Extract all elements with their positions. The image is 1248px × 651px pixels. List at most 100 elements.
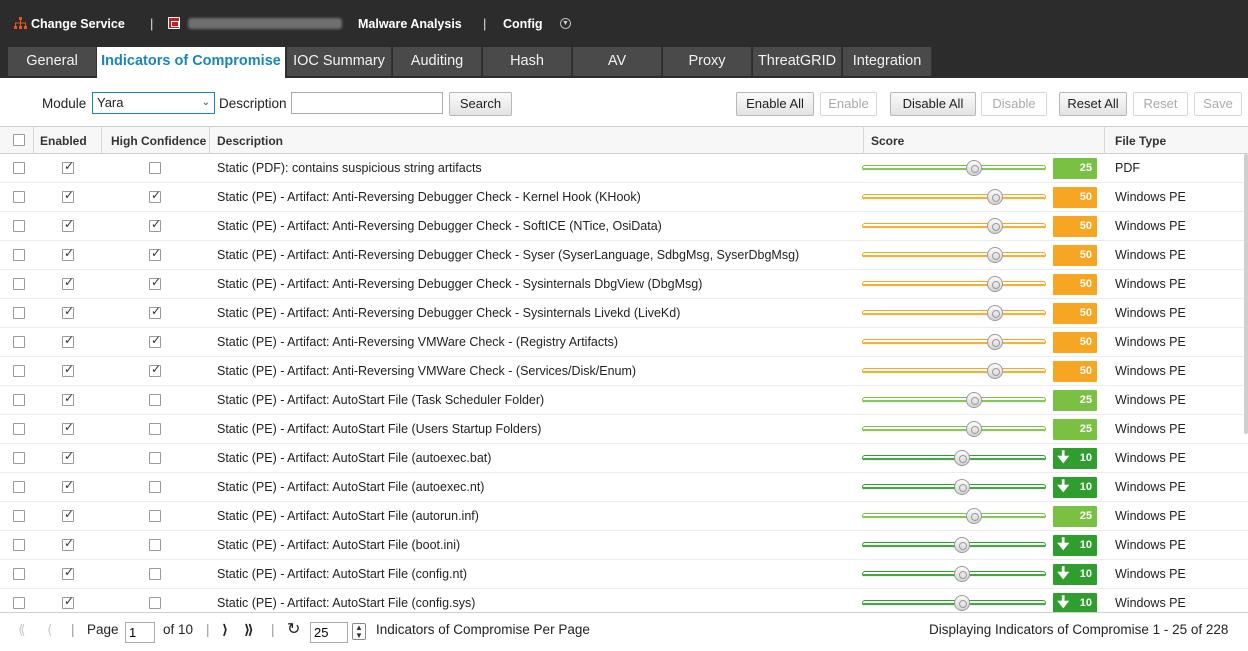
row-select-checkbox[interactable] xyxy=(13,539,25,551)
next-page-icon[interactable]: ⟩ xyxy=(222,622,228,638)
tab-hash[interactable]: Hash xyxy=(483,47,572,76)
tab-av[interactable]: AV xyxy=(573,47,662,76)
save-button[interactable]: Save xyxy=(1194,92,1242,116)
enabled-checkbox[interactable] xyxy=(62,217,74,232)
disable-all-button[interactable]: Disable All xyxy=(890,92,976,116)
reset-all-button[interactable]: Reset All xyxy=(1059,92,1127,116)
score-slider-handle[interactable] xyxy=(987,276,1003,292)
table-row[interactable]: Static (PE) - Artifact: Anti-Reversing D… xyxy=(0,299,1248,328)
table-row[interactable]: Static (PE) - Artifact: AutoStart File (… xyxy=(0,444,1248,473)
score-slider-track[interactable] xyxy=(862,165,1046,172)
score-slider-track[interactable] xyxy=(862,223,1046,230)
table-row[interactable]: Static (PE) - Artifact: Anti-Reversing D… xyxy=(0,241,1248,270)
enabled-checkbox[interactable] xyxy=(62,159,74,174)
enable-button[interactable]: Enable xyxy=(820,92,877,116)
chevron-down-icon[interactable]: ▼ xyxy=(560,18,571,29)
row-select-checkbox[interactable] xyxy=(13,220,25,232)
enabled-checkbox[interactable] xyxy=(62,507,74,522)
previous-page-icon[interactable]: ⟨ xyxy=(47,622,52,638)
tab-proxy[interactable]: Proxy xyxy=(663,47,752,76)
score-slider-handle[interactable] xyxy=(954,479,970,495)
column-header-description[interactable]: Description xyxy=(217,134,283,148)
tab-ioc-summary[interactable]: IOC Summary xyxy=(287,47,392,76)
score-slider-handle[interactable] xyxy=(954,537,970,553)
module-select[interactable]: Yara ⌄ xyxy=(92,92,215,114)
high-confidence-checkbox[interactable] xyxy=(149,452,161,464)
row-select-checkbox[interactable] xyxy=(13,249,25,261)
row-select-checkbox[interactable] xyxy=(13,336,25,348)
table-row[interactable]: Static (PE) - Artifact: AutoStart File (… xyxy=(0,473,1248,502)
row-select-checkbox[interactable] xyxy=(13,394,25,406)
tab-indicators-of-compromise[interactable]: Indicators of Compromise xyxy=(97,47,286,78)
row-select-checkbox[interactable] xyxy=(13,365,25,377)
score-slider-handle[interactable] xyxy=(954,595,970,611)
score-slider-track[interactable] xyxy=(862,397,1046,404)
enabled-checkbox[interactable] xyxy=(62,304,74,319)
enabled-checkbox[interactable] xyxy=(62,565,74,580)
enabled-checkbox[interactable] xyxy=(62,449,74,464)
row-select-checkbox[interactable] xyxy=(13,510,25,522)
per-page-stepper-icon[interactable]: ▲ ▼ xyxy=(352,623,366,640)
grid-scrollbar[interactable] xyxy=(1244,154,1248,434)
high-confidence-checkbox[interactable] xyxy=(149,304,161,319)
table-row[interactable]: Static (PE) - Artifact: Anti-Reversing D… xyxy=(0,270,1248,299)
score-slider-handle[interactable] xyxy=(987,189,1003,205)
high-confidence-checkbox[interactable] xyxy=(149,539,161,551)
row-select-checkbox[interactable] xyxy=(13,597,25,609)
enable-all-button[interactable]: Enable All xyxy=(736,92,814,116)
score-slider-handle[interactable] xyxy=(966,508,982,524)
column-header-score[interactable]: Score xyxy=(871,134,904,148)
row-select-checkbox[interactable] xyxy=(13,162,25,174)
table-row[interactable]: Static (PE) - Artifact: Anti-Reversing V… xyxy=(0,357,1248,386)
score-slider-handle[interactable] xyxy=(954,566,970,582)
enabled-checkbox[interactable] xyxy=(62,478,74,493)
change-service-link[interactable]: Change Service xyxy=(31,17,125,31)
score-slider-handle[interactable] xyxy=(987,305,1003,321)
table-row[interactable]: Static (PE) - Artifact: AutoStart File (… xyxy=(0,502,1248,531)
reset-button[interactable]: Reset xyxy=(1133,92,1188,116)
score-slider-handle[interactable] xyxy=(966,160,982,176)
enabled-checkbox[interactable] xyxy=(62,362,74,377)
score-slider-track[interactable] xyxy=(862,426,1046,433)
column-header-enabled[interactable]: Enabled xyxy=(40,134,87,148)
page-number-input[interactable] xyxy=(125,622,155,643)
high-confidence-checkbox[interactable] xyxy=(149,333,161,348)
enabled-checkbox[interactable] xyxy=(62,536,74,551)
score-slider-handle[interactable] xyxy=(987,218,1003,234)
description-input[interactable] xyxy=(291,92,443,114)
tab-auditing[interactable]: Auditing xyxy=(393,47,482,76)
high-confidence-checkbox[interactable] xyxy=(149,568,161,580)
high-confidence-checkbox[interactable] xyxy=(149,597,161,609)
search-button[interactable]: Search xyxy=(449,92,512,116)
enabled-checkbox[interactable] xyxy=(62,594,74,609)
first-page-icon[interactable]: ⟪ xyxy=(18,622,26,638)
enabled-checkbox[interactable] xyxy=(62,246,74,261)
high-confidence-checkbox[interactable] xyxy=(149,394,161,406)
per-page-input[interactable] xyxy=(310,622,348,643)
row-select-checkbox[interactable] xyxy=(13,307,25,319)
score-slider-handle[interactable] xyxy=(987,247,1003,263)
row-select-checkbox[interactable] xyxy=(13,191,25,203)
score-slider-track[interactable] xyxy=(862,281,1046,288)
enabled-checkbox[interactable] xyxy=(62,188,74,203)
score-slider-handle[interactable] xyxy=(966,421,982,437)
enabled-checkbox[interactable] xyxy=(62,391,74,406)
score-slider-track[interactable] xyxy=(862,252,1046,259)
score-slider-track[interactable] xyxy=(862,368,1046,375)
table-row[interactable]: Static (PE) - Artifact: AutoStart File (… xyxy=(0,415,1248,444)
table-row[interactable]: Static (PE) - Artifact: AutoStart File (… xyxy=(0,386,1248,415)
select-all-checkbox[interactable] xyxy=(13,134,25,146)
high-confidence-checkbox[interactable] xyxy=(149,423,161,435)
score-slider-track[interactable] xyxy=(862,310,1046,317)
high-confidence-checkbox[interactable] xyxy=(149,217,161,232)
tab-integration[interactable]: Integration xyxy=(843,47,932,76)
table-row[interactable]: Static (PE) - Artifact: Anti-Reversing V… xyxy=(0,328,1248,357)
high-confidence-checkbox[interactable] xyxy=(149,162,161,174)
high-confidence-checkbox[interactable] xyxy=(149,362,161,377)
table-row[interactable]: Static (PE) - Artifact: AutoStart File (… xyxy=(0,560,1248,589)
config-menu[interactable]: Config xyxy=(503,17,543,31)
column-header-file-type[interactable]: File Type xyxy=(1115,134,1166,148)
table-row[interactable]: Static (PE) - Artifact: AutoStart File (… xyxy=(0,531,1248,560)
row-select-checkbox[interactable] xyxy=(13,452,25,464)
enabled-checkbox[interactable] xyxy=(62,333,74,348)
